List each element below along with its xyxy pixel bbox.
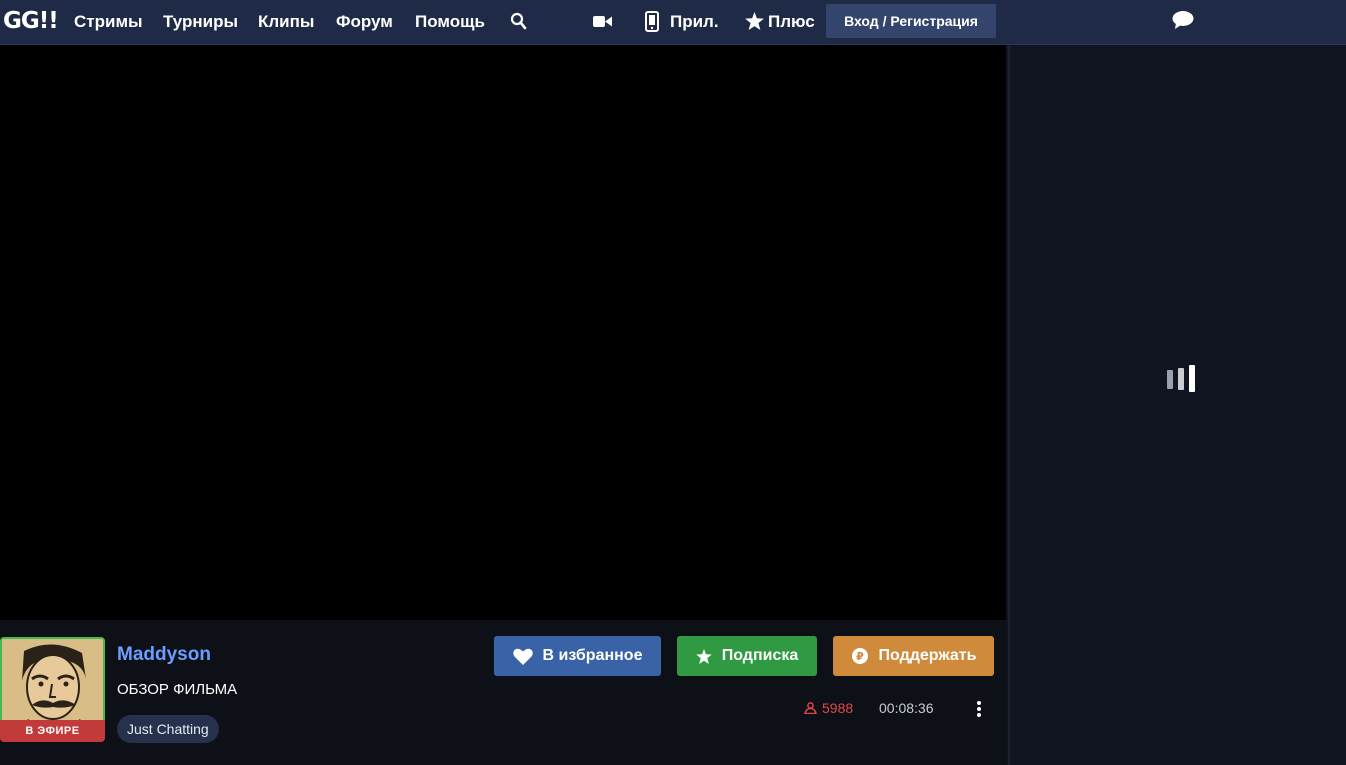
nav-streams[interactable]: Стримы (74, 12, 143, 32)
phone-icon[interactable] (645, 11, 659, 32)
stream-info-bar: В ЭФИРЕ Maddyson ОБЗОР ФИЛЬМА Just Chatt… (0, 620, 1006, 765)
login-register-button[interactable]: Вход / Регистрация (826, 4, 996, 38)
top-navigation-bar: GG!! Стримы Турниры Клипы Форум Помощь П… (0, 0, 1346, 45)
viewers-icon (804, 702, 817, 714)
add-to-favorites-button[interactable]: В избранное (494, 636, 661, 676)
viewer-count: 5988 (804, 700, 853, 716)
nav-help[interactable]: Помощь (415, 12, 485, 32)
chat-panel (1008, 45, 1346, 765)
heart-icon (512, 648, 533, 665)
video-player[interactable] (0, 45, 1006, 620)
nav-tournaments[interactable]: Турниры (163, 12, 238, 32)
streamer-name-link[interactable]: Maddyson (117, 644, 211, 666)
subscribe-label: Подписка (721, 647, 799, 664)
nav-clips[interactable]: Клипы (258, 12, 314, 32)
favorite-label: В избранное (542, 647, 643, 664)
ruble-coin-icon: ₽ (851, 648, 868, 664)
live-badge: В ЭФИРЕ (0, 720, 105, 742)
viewer-count-value: 5988 (822, 700, 854, 716)
donate-button[interactable]: ₽ Поддержать (833, 636, 994, 676)
stream-uptime: 00:08:36 (879, 700, 934, 716)
site-logo[interactable]: GG!! (3, 8, 59, 34)
more-options-icon[interactable] (975, 700, 983, 718)
nav-forum[interactable]: Форум (336, 12, 393, 32)
category-tag[interactable]: Just Chatting (117, 715, 219, 743)
stream-title: ОБЗОР ФИЛЬМА (117, 681, 238, 698)
nav-app[interactable]: Прил. (670, 12, 719, 32)
search-icon[interactable] (510, 12, 527, 30)
video-camera-icon[interactable] (593, 15, 612, 28)
subscribe-button[interactable]: Подписка (677, 636, 817, 676)
chat-bubble-icon[interactable] (1172, 10, 1194, 30)
donate-label: Поддержать (878, 647, 977, 664)
loading-icon (1167, 365, 1195, 392)
nav-plus[interactable]: Плюс (768, 12, 815, 32)
star-icon (695, 648, 712, 664)
star-icon[interactable] (745, 12, 764, 30)
svg-text:₽: ₽ (856, 650, 864, 663)
